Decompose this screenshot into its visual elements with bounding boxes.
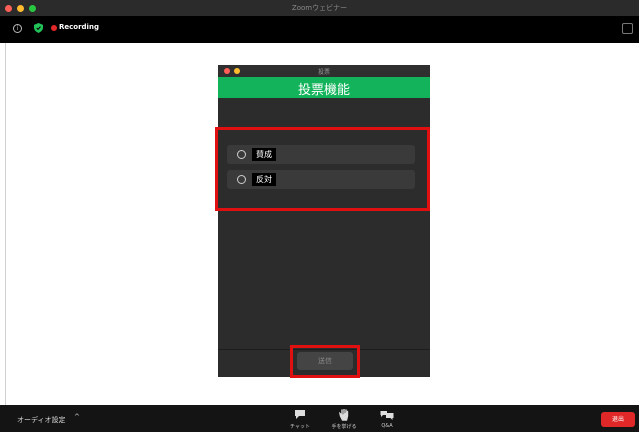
- poll-header: 投票機能: [218, 77, 430, 98]
- shield-icon[interactable]: [34, 23, 43, 33]
- poll-heading: 投票機能: [297, 83, 350, 98]
- qa-button[interactable]: Q&A: [367, 423, 407, 429]
- audio-settings-button[interactable]: オーディオ設定: [17, 415, 66, 425]
- recording-dot-icon: [51, 25, 57, 31]
- content-border: [5, 43, 6, 405]
- qa-icon[interactable]: [380, 409, 394, 420]
- exit-button[interactable]: 退出: [601, 412, 635, 427]
- chat-button[interactable]: チャット: [280, 423, 320, 430]
- window-titlebar: Zoomウェビナー: [0, 0, 639, 16]
- window-title: Zoomウェビナー: [291, 4, 348, 12]
- poll-window-title: 投票: [317, 69, 330, 76]
- poll-window: 投票 投票機能: [218, 65, 430, 377]
- options-highlight-box: [215, 127, 430, 211]
- info-icon[interactable]: i: [13, 24, 22, 33]
- chat-icon[interactable]: [294, 409, 306, 420]
- chevron-up-icon[interactable]: ^: [74, 413, 80, 421]
- poll-titlebar: 投票: [218, 65, 430, 77]
- submit-highlight-box: [290, 345, 360, 378]
- recording-label[interactable]: Recording: [59, 23, 99, 31]
- raise-hand-button[interactable]: 手を挙げる: [324, 423, 364, 430]
- raise-hand-icon[interactable]: [339, 409, 349, 421]
- fullscreen-icon[interactable]: [622, 23, 633, 34]
